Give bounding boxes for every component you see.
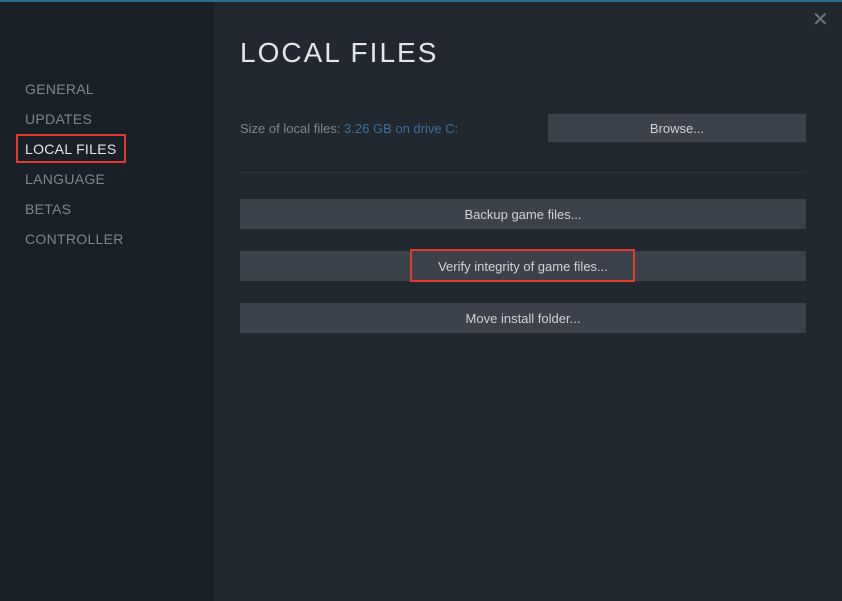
sidebar-item-updates[interactable]: UPDATES: [0, 104, 214, 134]
sidebar-item-local-files[interactable]: LOCAL FILES: [0, 134, 214, 164]
size-label-text: Size of local files: 3.26 GB on drive C:: [240, 121, 458, 136]
sidebar-item-general[interactable]: GENERAL: [0, 74, 214, 104]
sidebar-item-language[interactable]: LANGUAGE: [0, 164, 214, 194]
info-row: Size of local files: 3.26 GB on drive C:…: [240, 114, 806, 142]
sidebar-item-betas[interactable]: BETAS: [0, 194, 214, 224]
browse-button[interactable]: Browse...: [548, 114, 806, 142]
sidebar-item-controller[interactable]: CONTROLLER: [0, 224, 214, 254]
move-button[interactable]: Move install folder...: [240, 303, 806, 333]
size-value: 3.26 GB on drive C:: [344, 121, 458, 136]
size-label: Size of local files:: [240, 121, 344, 136]
page-title: LOCAL FILES: [240, 37, 806, 69]
sidebar: GENERAL UPDATES LOCAL FILES LANGUAGE BET…: [0, 2, 214, 601]
close-icon[interactable]: ✕: [812, 12, 828, 28]
backup-button[interactable]: Backup game files...: [240, 199, 806, 229]
divider: [240, 172, 806, 173]
verify-button[interactable]: Verify integrity of game files...: [240, 251, 806, 281]
main-panel: ✕ LOCAL FILES Size of local files: 3.26 …: [214, 2, 842, 601]
